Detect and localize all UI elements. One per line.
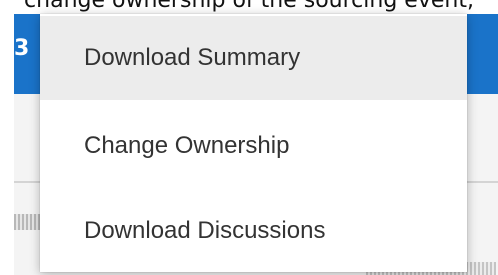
menu-item-change-ownership[interactable]: Change Ownership — [40, 104, 467, 188]
row-placeholder-left — [14, 214, 40, 230]
header-title: 3 — [14, 36, 30, 61]
menu-item-download-discussions[interactable]: Download Discussions — [40, 189, 467, 273]
menu-item-download-summary[interactable]: Download Summary — [40, 16, 467, 100]
actions-dropdown-menu: Download Summary Change Ownership Downlo… — [40, 14, 467, 272]
